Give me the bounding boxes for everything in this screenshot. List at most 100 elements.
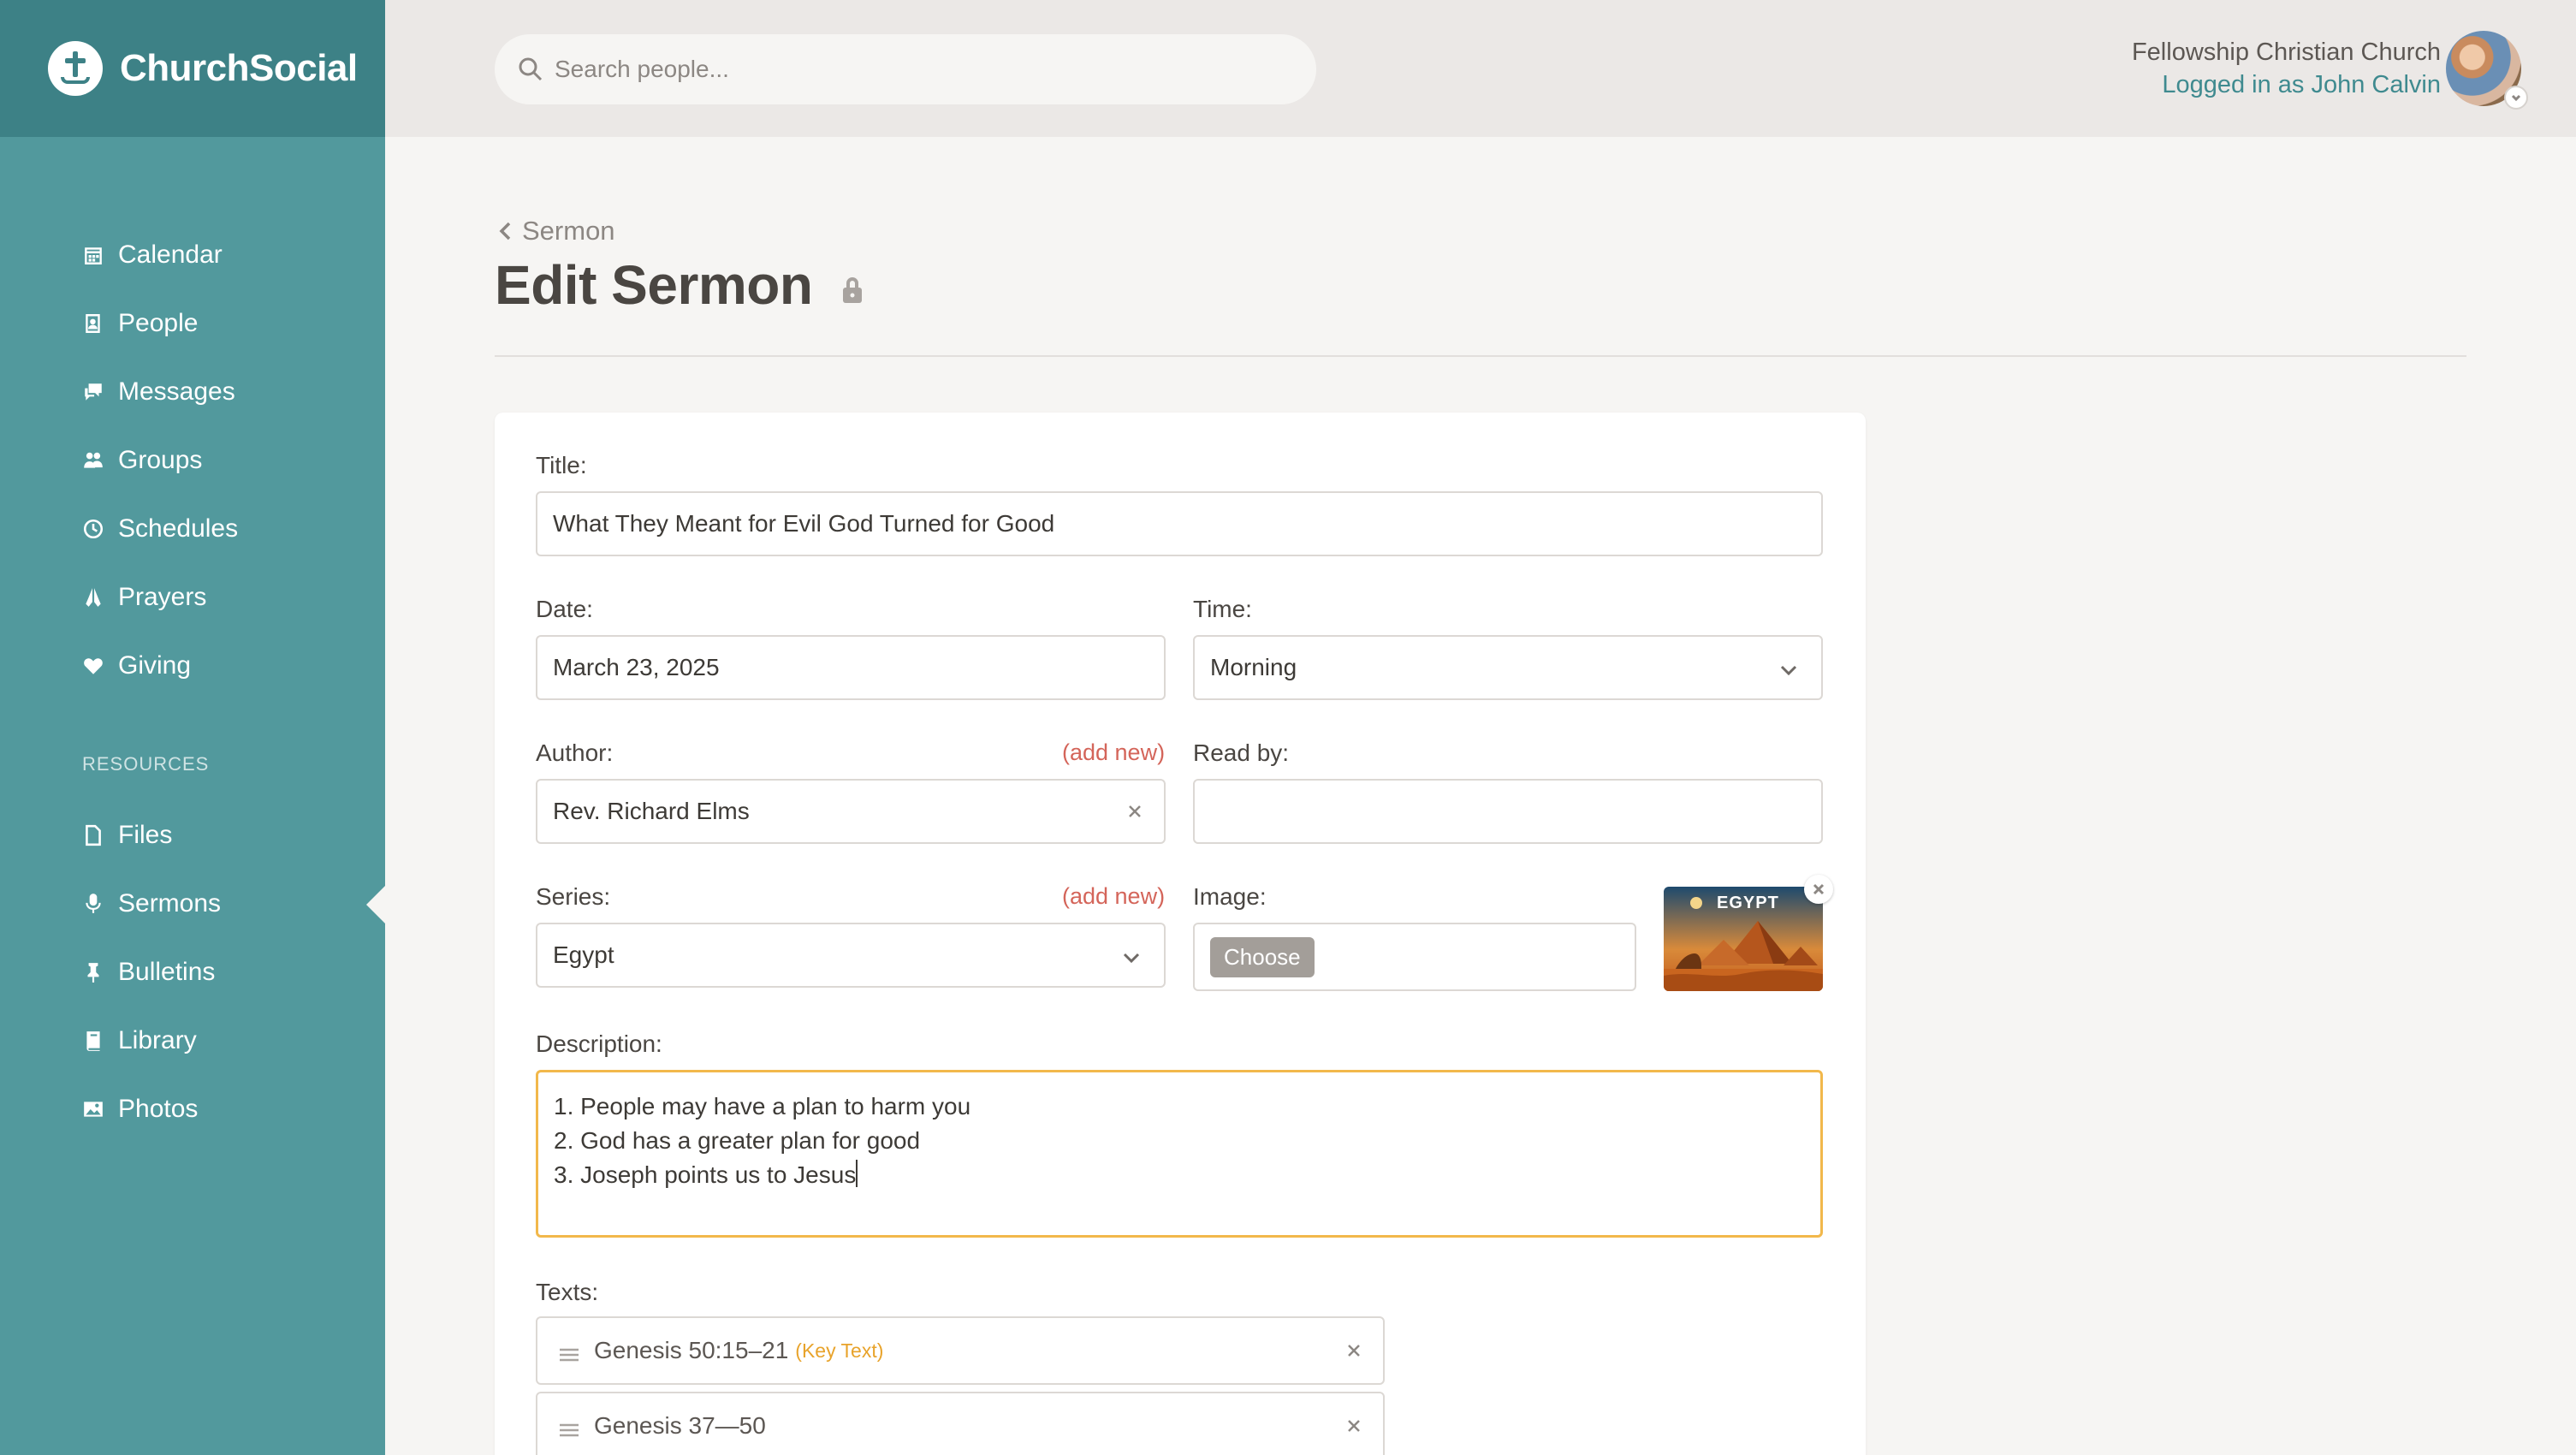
remove-icon[interactable]	[1342, 1414, 1366, 1438]
description-label: Description:	[536, 1030, 662, 1057]
microphone-icon	[82, 893, 104, 915]
drag-handle-icon[interactable]	[558, 1342, 580, 1362]
sidebar-item-label: People	[118, 309, 199, 337]
sidebar-item-people[interactable]: People	[82, 298, 198, 349]
text-reference: Genesis 50:15–21	[594, 1337, 789, 1363]
breadcrumb-label: Sermon	[522, 216, 615, 246]
date-label: Date:	[536, 596, 593, 622]
key-text-badge: (Key Text)	[795, 1339, 884, 1362]
title-label: Title:	[536, 452, 587, 478]
series-label: Series:	[536, 883, 611, 910]
thumbnail-caption: EGYPT	[1717, 894, 1779, 912]
text-reference-item[interactable]: Genesis 37—50	[536, 1392, 1385, 1455]
sidebar: ChurchSocial Calendar People Messages Gr…	[0, 0, 385, 1455]
choose-button[interactable]: Choose	[1210, 936, 1315, 977]
readby-input[interactable]	[1193, 779, 1823, 844]
description-textarea[interactable]: 1. People may have a plan to harm you 2.…	[536, 1070, 1823, 1238]
sidebar-item-label: Prayers	[118, 583, 207, 611]
brand-name: ChurchSocial	[120, 47, 358, 89]
praying-hands-icon	[82, 586, 104, 609]
time-label: Time:	[1193, 596, 1252, 622]
drag-handle-icon[interactable]	[558, 1417, 580, 1437]
sidebar-item-label: Calendar	[118, 241, 223, 269]
brand[interactable]: ChurchSocial	[0, 0, 385, 137]
clear-icon[interactable]	[1123, 799, 1147, 823]
readby-label: Read by:	[1193, 739, 1290, 766]
sidebar-item-label: Library	[118, 1026, 197, 1054]
image-file-input[interactable]: Choose	[1193, 923, 1636, 991]
chevron-down-icon[interactable]	[2504, 86, 2528, 110]
sidebar-item-calendar[interactable]: Calendar	[82, 229, 223, 281]
sidebar-item-label: Groups	[118, 446, 203, 474]
people-icon	[82, 312, 104, 335]
description-line: 1. People may have a plan to harm you	[554, 1093, 971, 1119]
heart-icon	[82, 655, 104, 677]
sidebar-item-giving[interactable]: Giving	[82, 640, 191, 692]
time-select[interactable]: Morning	[1193, 635, 1823, 700]
search-icon	[519, 57, 543, 81]
groups-icon	[82, 449, 104, 472]
description-line: 3. Joseph points us to Jesus	[554, 1158, 1805, 1192]
file-icon	[82, 824, 104, 846]
author-select[interactable]: Rev. Richard Elms	[536, 779, 1166, 844]
remove-image-icon[interactable]	[1804, 875, 1833, 904]
resources-heading: RESOURCES	[82, 753, 210, 775]
text-reference-item[interactable]: Genesis 50:15–21 (Key Text)	[536, 1316, 1385, 1385]
description-line-text: 3. Joseph points us to Jesus	[554, 1161, 857, 1188]
chevron-down-icon	[1121, 947, 1142, 967]
series-image-thumbnail: EGYPT	[1664, 887, 1823, 991]
sidebar-item-photos[interactable]: Photos	[82, 1084, 198, 1135]
date-value: March 23, 2025	[553, 654, 720, 680]
remove-icon[interactable]	[1342, 1339, 1366, 1363]
sidebar-item-sermons[interactable]: Sermons	[82, 878, 221, 929]
search-input[interactable]	[555, 56, 1291, 83]
texts-label: Texts:	[536, 1279, 599, 1305]
author-label: Author:	[536, 739, 614, 766]
series-value: Egypt	[553, 941, 614, 968]
clock-icon	[82, 518, 104, 540]
text-caret	[856, 1160, 858, 1187]
logged-in-user[interactable]: Logged in as John Calvin	[2132, 68, 2441, 101]
calendar-icon	[82, 244, 104, 266]
description-line: 2. God has a greater plan for good	[554, 1127, 921, 1154]
time-value: Morning	[1210, 654, 1297, 680]
sidebar-item-label: Sermons	[118, 889, 222, 918]
church-logo-icon	[48, 41, 103, 96]
pin-icon	[82, 961, 104, 983]
date-input[interactable]: March 23, 2025	[536, 635, 1166, 700]
topbar: Fellowship Christian Church Logged in as…	[385, 0, 2576, 137]
title-input[interactable]: What They Meant for Evil God Turned for …	[536, 491, 1823, 556]
sidebar-item-label: Messages	[118, 377, 235, 406]
lock-icon	[840, 276, 864, 305]
divider	[495, 355, 2466, 357]
image-label: Image:	[1193, 883, 1267, 910]
sidebar-item-groups[interactable]: Groups	[82, 435, 202, 486]
sidebar-item-library[interactable]: Library	[82, 1015, 197, 1066]
church-name: Fellowship Christian Church	[2131, 39, 2441, 66]
sidebar-item-label: Giving	[118, 651, 192, 680]
author-add-new-link[interactable]: (add new)	[1062, 739, 1165, 766]
sidebar-item-files[interactable]: Files	[82, 810, 172, 861]
sidebar-item-bulletins[interactable]: Bulletins	[82, 947, 215, 998]
series-select[interactable]: Egypt	[536, 923, 1166, 988]
chevron-down-icon	[1778, 659, 1799, 680]
sidebar-item-label: Schedules	[118, 514, 239, 543]
series-add-new-link[interactable]: (add new)	[1062, 883, 1165, 910]
title-value: What They Meant for Evil God Turned for …	[553, 510, 1055, 537]
sidebar-item-label: Files	[118, 821, 173, 849]
sidebar-item-messages[interactable]: Messages	[82, 366, 235, 418]
sidebar-item-schedules[interactable]: Schedules	[82, 503, 238, 555]
author-value: Rev. Richard Elms	[553, 798, 750, 824]
sidebar-item-prayers[interactable]: Prayers	[82, 572, 206, 623]
sidebar-item-label: Bulletins	[118, 958, 216, 986]
active-indicator	[366, 886, 385, 923]
image-icon	[82, 1098, 104, 1120]
sidebar-item-label: Photos	[118, 1095, 199, 1123]
breadcrumb[interactable]: Sermon	[496, 216, 615, 246]
messages-icon	[82, 381, 104, 403]
page-title: Edit Sermon	[495, 254, 813, 316]
search-bar[interactable]	[495, 34, 1316, 104]
book-icon	[82, 1030, 104, 1052]
text-reference: Genesis 37—50	[594, 1412, 766, 1439]
account-info[interactable]: Fellowship Christian Church Logged in as…	[2132, 36, 2441, 101]
